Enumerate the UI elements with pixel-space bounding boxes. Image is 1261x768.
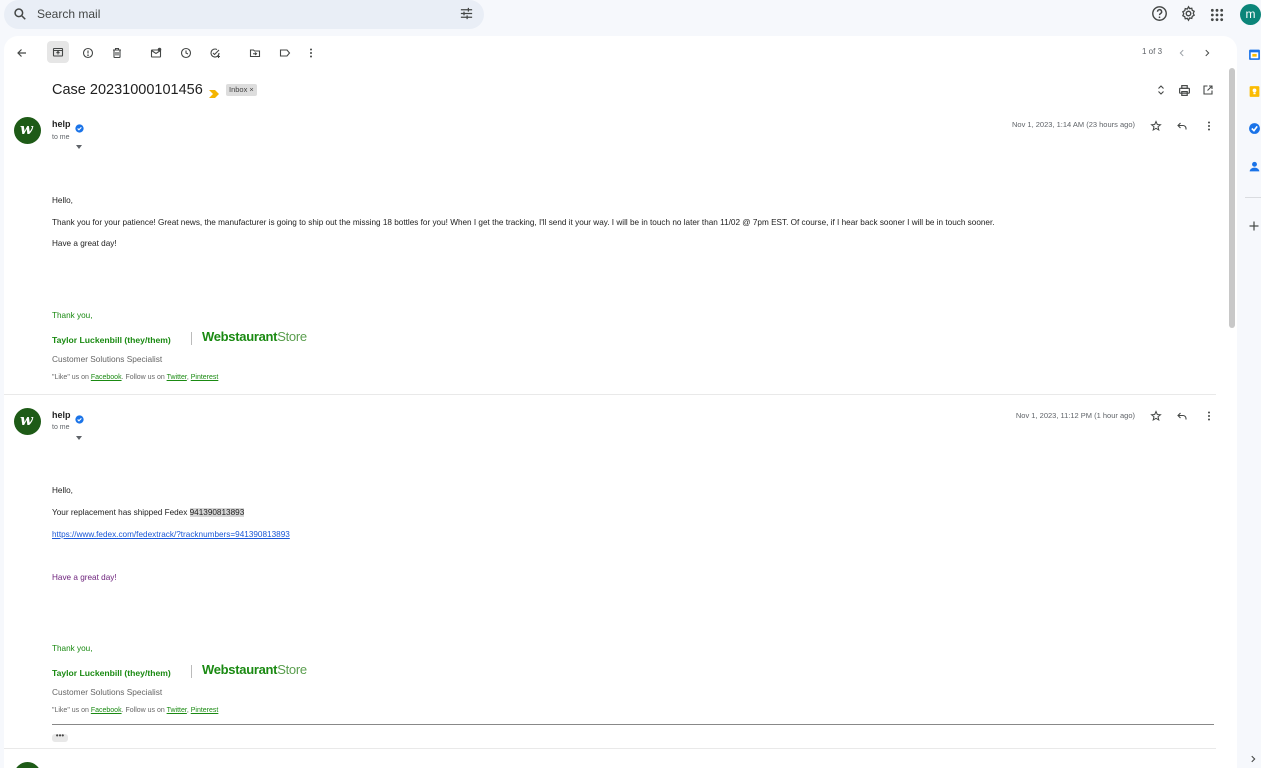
older-chevron-icon[interactable] [1197,43,1217,63]
archive-icon[interactable] [47,41,69,63]
facebook-link[interactable]: Facebook [91,374,122,381]
signature-title: Customer Solutions Specialist [52,687,163,697]
newer-chevron-icon[interactable] [1172,43,1192,63]
thread-subject: Case 20231000101456 [52,82,203,98]
star-icon[interactable] [1150,119,1162,137]
pinterest-link[interactable]: Pinterest [191,374,219,381]
open-new-window-icon[interactable] [1198,80,1218,100]
signature-divider [191,665,192,678]
message-date: Nov 1, 2023, 1:14 AM (23 hours ago) [1012,120,1135,129]
message-divider [4,394,1216,395]
search-input[interactable]: Search mail [37,7,100,21]
mark-unread-icon[interactable] [146,43,166,63]
star-icon[interactable] [1150,409,1162,427]
show-trimmed-content-button[interactable]: ••• [52,732,68,742]
search-options-icon[interactable] [459,6,474,26]
snooze-clock-icon[interactable] [176,43,196,63]
add-addon-plus-icon[interactable] [1248,219,1260,237]
message-more-icon[interactable] [1203,409,1215,427]
webstaurant-store-logo: WebstaurantStore [202,662,307,677]
delete-trash-icon[interactable] [107,43,127,63]
recipient-line[interactable]: to me [52,134,70,141]
message-date: Nov 1, 2023, 11:12 PM (1 hour ago) [1015,411,1135,420]
signature-thanks: Thank you, [52,311,93,320]
top-bar: Search mail m [0,0,1261,34]
add-to-tasks-icon[interactable] [205,43,225,63]
show-side-panel-chevron-icon[interactable] [1248,751,1258,768]
message-closing: Have a great day! [52,573,117,582]
expand-collapse-icon[interactable] [1151,80,1171,100]
signature-social: "Like" us on Facebook. Follow us on Twit… [52,374,219,381]
back-arrow-icon[interactable] [12,43,32,63]
recipient-line[interactable]: to me [52,424,70,431]
sender-avatar[interactable]: w [14,117,41,144]
message-more-icon[interactable] [1203,119,1215,137]
more-vert-icon[interactable] [301,43,321,63]
webstaurant-store-logo: WebstaurantStore [202,329,307,344]
signature-name: Taylor Luckenbill (they/them) [52,668,171,678]
signature-social: "Like" us on Facebook. Follow us on Twit… [52,707,219,714]
keep-notes-icon[interactable] [1248,85,1261,103]
sender-name[interactable]: help [52,119,71,129]
message-closing: Have a great day! [52,239,117,248]
pinterest-link[interactable]: Pinterest [191,707,219,714]
tracking-number[interactable]: 941390813893 [189,508,245,517]
thread-toolbar: 1 of 3 [4,36,1237,68]
signature-name: Taylor Luckenbill (they/them) [52,335,171,345]
label-tag-icon[interactable] [275,43,295,63]
apps-grid-icon[interactable] [1210,8,1224,27]
tasks-icon[interactable] [1248,122,1261,140]
search-bar[interactable]: Search mail [4,0,484,29]
fedex-tracking-link[interactable]: https://www.fedex.com/fedextrack/?trackn… [52,530,290,539]
calendar-icon[interactable] [1248,48,1261,66]
message-body: Thank you for your patience! Great news,… [52,218,995,227]
facebook-link[interactable]: Facebook [91,707,122,714]
move-to-folder-icon[interactable] [245,43,265,63]
message-card: w help to me Nov 1, 2023, 1:14 AM (23 ho… [4,114,1237,394]
signature-thanks: Thank you, [52,644,93,653]
twitter-link[interactable]: Twitter [167,707,187,714]
message-card: w help to me Nov 1, 2023, 11:12 PM (1 ho… [4,404,1237,748]
print-icon[interactable] [1174,80,1194,100]
help-icon[interactable] [1151,5,1168,27]
importance-marker-icon[interactable] [209,85,219,103]
reply-icon[interactable] [1176,409,1188,427]
sender-name[interactable]: help [52,410,71,420]
reply-icon[interactable] [1176,119,1188,137]
message-greeting: Hello, [52,486,73,495]
message-greeting: Hello, [52,196,73,205]
shipping-line: Your replacement has shipped Fedex 94139… [52,508,245,517]
sender-avatar[interactable]: w [14,408,41,435]
inbox-label-chip[interactable]: Inbox × [226,84,257,96]
recipient-dropdown-icon[interactable] [76,427,82,445]
quoted-separator [52,724,1214,725]
recipient-dropdown-icon[interactable] [76,136,82,154]
sidebar-divider [1245,197,1261,198]
message-panel: 1 of 3 Case 20231000101456 Inbox × w hel… [4,36,1237,768]
twitter-link[interactable]: Twitter [167,374,187,381]
account-avatar[interactable]: m [1240,4,1261,25]
pager-count: 1 of 3 [1142,47,1163,56]
report-spam-icon[interactable] [78,43,98,63]
search-icon[interactable] [13,7,27,26]
signature-title: Customer Solutions Specialist [52,354,163,364]
signature-divider [191,332,192,345]
contacts-icon[interactable] [1248,160,1261,178]
message-divider [4,748,1216,749]
settings-gear-icon[interactable] [1180,5,1197,27]
sender-avatar[interactable]: w [14,762,41,768]
